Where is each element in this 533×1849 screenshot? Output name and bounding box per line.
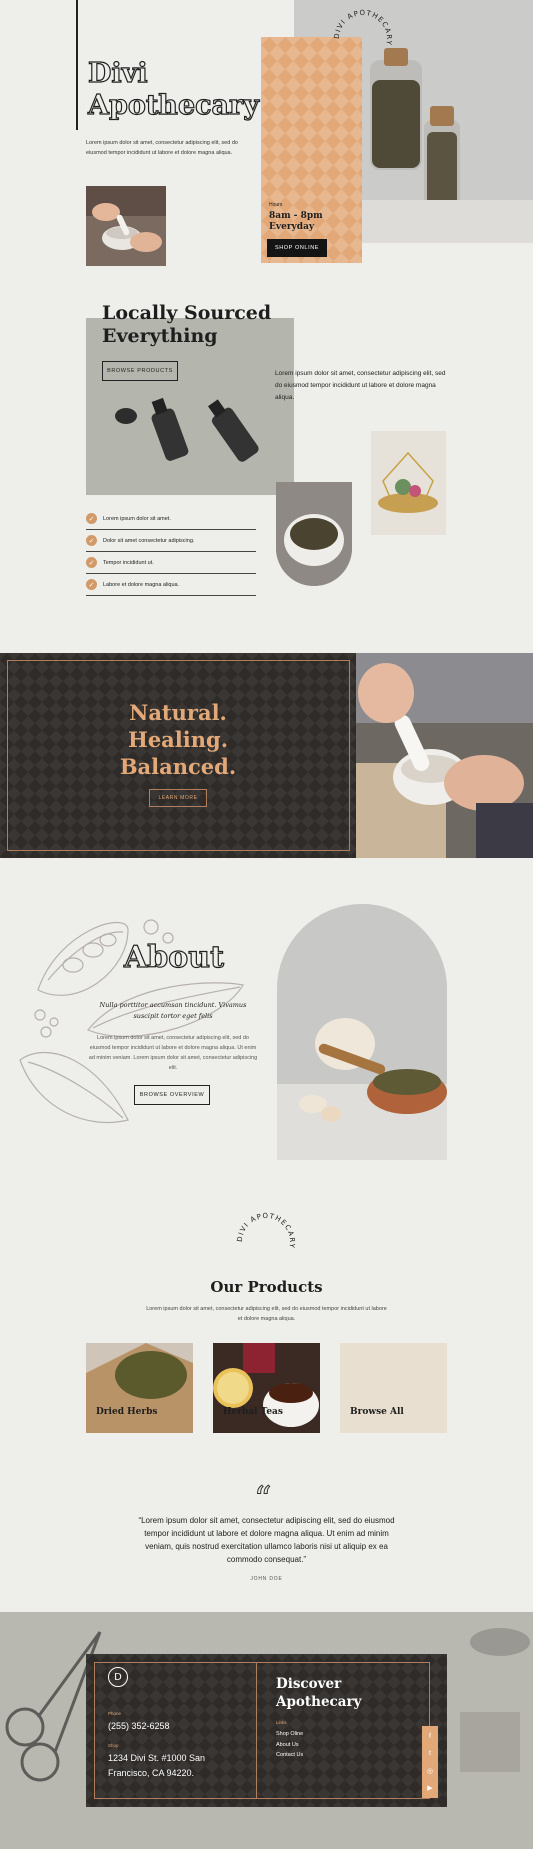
products-badge-text: DIVI APOTHECARY — [236, 1212, 295, 1249]
phone-number[interactable]: (255) 352-6258 — [108, 1721, 170, 1731]
facebook-icon[interactable]: f — [424, 1729, 436, 1743]
about-title: About — [123, 939, 224, 975]
checkmark-icon: ✓ — [86, 579, 97, 590]
hours-value: 8am - 8pm — [269, 211, 323, 221]
product-card-label: Dried Herbs — [96, 1407, 158, 1417]
svg-text:DIVI APOTHECARY: DIVI APOTHECARY — [236, 1212, 296, 1249]
product-card-label: Herbal Teas — [223, 1407, 283, 1417]
hero-photo-mortar — [86, 186, 166, 266]
twitter-icon[interactable]: t — [424, 1746, 436, 1760]
hours-label: Hours — [269, 202, 283, 208]
product-card-dried-herbs[interactable]: Dried Herbs — [86, 1343, 193, 1433]
checklist-item: ✓ Dolor sit amet consectetur adipiscing. — [86, 530, 256, 552]
banner-line3: Balanced. — [119, 754, 237, 779]
checkmark-icon: ✓ — [86, 557, 97, 568]
banner-line2: Healing. — [127, 727, 229, 752]
checklist-label: Labore et dolore magna aliqua. — [103, 581, 180, 588]
hero-title-line1: Divi — [87, 57, 148, 89]
sourced-photo-terrarium — [371, 431, 446, 535]
footer-title-line1: Discover — [276, 1676, 342, 1692]
checklist-label: Dolor sit amet consectetur adipiscing. — [103, 537, 195, 544]
browse-products-button[interactable]: BROWSE PRODUCTS — [102, 361, 178, 381]
shop-online-button[interactable]: SHOP ONLINE — [267, 239, 327, 257]
banner-line1: Natural. — [129, 700, 227, 725]
circular-badge-icon: DIVI APOTHECARY — [236, 1212, 296, 1249]
circular-badge-icon: DIVI APOTHECARY — [333, 9, 393, 46]
footer-title-line2: Apothecary — [276, 1694, 362, 1710]
checklist-label: Tempor incididunt ut. — [103, 559, 154, 566]
browse-overview-button[interactable]: BROWSE OVERVIEW — [134, 1085, 210, 1105]
hero-text: Lorem ipsum dolor sit amet, consectetur … — [86, 140, 238, 156]
social-bar: f t ◎ ▶ — [422, 1726, 438, 1798]
banner-panel: Natural. Healing. Balanced. LEARN MORE — [0, 653, 356, 858]
instagram-icon[interactable]: ◎ — [424, 1764, 436, 1778]
logo-letter: D — [114, 1671, 122, 1683]
footer-link[interactable]: Shop Oline — [276, 1729, 303, 1740]
hero-title-line2: Apothecary — [87, 89, 259, 121]
links-label: Links — [276, 1720, 287, 1725]
hero-badge: DIVI APOTHECARY — [330, 6, 396, 72]
youtube-icon[interactable]: ▶ — [424, 1781, 436, 1795]
hero-badge-text: DIVI APOTHECARY — [333, 9, 392, 46]
sourced-title: Locally Sourced Everything — [102, 302, 272, 347]
checklist: ✓ Lorem ipsum dolor sit amet. ✓ Dolor si… — [86, 508, 256, 596]
product-card-label: Browse All — [350, 1407, 404, 1417]
checklist-item: ✓ Lorem ipsum dolor sit amet. — [86, 508, 256, 530]
products-text: Lorem ipsum dolor sit amet, consectetur … — [146, 1306, 387, 1322]
testimonial-author: JOHN DOE — [250, 1576, 283, 1582]
footer-title: Discover Apothecary — [276, 1675, 361, 1711]
footer-links: Shop Oline About Us Contact Us — [276, 1729, 303, 1761]
address-line1: 1234 Divi St. #1000 San — [108, 1753, 206, 1763]
about-text: Lorem ipsum dolor sit amet, consectetur … — [88, 1035, 258, 1071]
learn-more-button[interactable]: LEARN MORE — [149, 789, 207, 807]
footer-divider — [256, 1662, 257, 1799]
footer-logo[interactable]: D — [108, 1667, 128, 1687]
hero-title: Divi Apothecary — [87, 57, 259, 122]
checklist-item: ✓ Labore et dolore magna aliqua. — [86, 574, 256, 596]
address-line2: Francisco, CA 94220. — [108, 1768, 195, 1778]
product-card-herbal-teas[interactable]: Herbal Teas — [213, 1343, 320, 1433]
about-photo — [277, 904, 447, 1160]
product-card-browse-all[interactable]: Browse All — [340, 1343, 447, 1433]
banner-photo — [356, 653, 533, 858]
footer-link[interactable]: Contact Us — [276, 1750, 303, 1761]
about-subtitle: Nulla porttitor accumsan tincidunt. Viva… — [99, 1001, 247, 1020]
banner-heading: Natural. Healing. Balanced. — [0, 699, 356, 780]
footer-panel: D Phone (255) 352-6258 Shop 1234 Divi St… — [86, 1654, 447, 1807]
quote-icon: “ — [253, 1479, 272, 1519]
sourced-text: Lorem ipsum dolor sit amet, consectetur … — [275, 370, 446, 401]
checkmark-icon: ✓ — [86, 513, 97, 524]
footer-link[interactable]: About Us — [276, 1740, 303, 1751]
svg-text:DIVI APOTHECARY: DIVI APOTHECARY — [333, 9, 393, 46]
checklist-label: Lorem ipsum dolor sit amet. — [103, 515, 171, 522]
products-badge: DIVI APOTHECARY — [233, 1209, 299, 1275]
phone-label: Phone — [108, 1711, 122, 1716]
products-title: Our Products — [210, 1278, 323, 1296]
checklist-item: ✓ Tempor incididunt ut. — [86, 552, 256, 574]
shop-label: Shop — [108, 1743, 119, 1748]
hours-days: Everyday — [269, 222, 315, 232]
testimonial-quote: “Lorem ipsum dolor sit amet, consectetur… — [138, 1516, 395, 1564]
checkmark-icon: ✓ — [86, 535, 97, 546]
hero-divider — [76, 0, 78, 130]
sourced-photo-bowl — [276, 482, 352, 586]
